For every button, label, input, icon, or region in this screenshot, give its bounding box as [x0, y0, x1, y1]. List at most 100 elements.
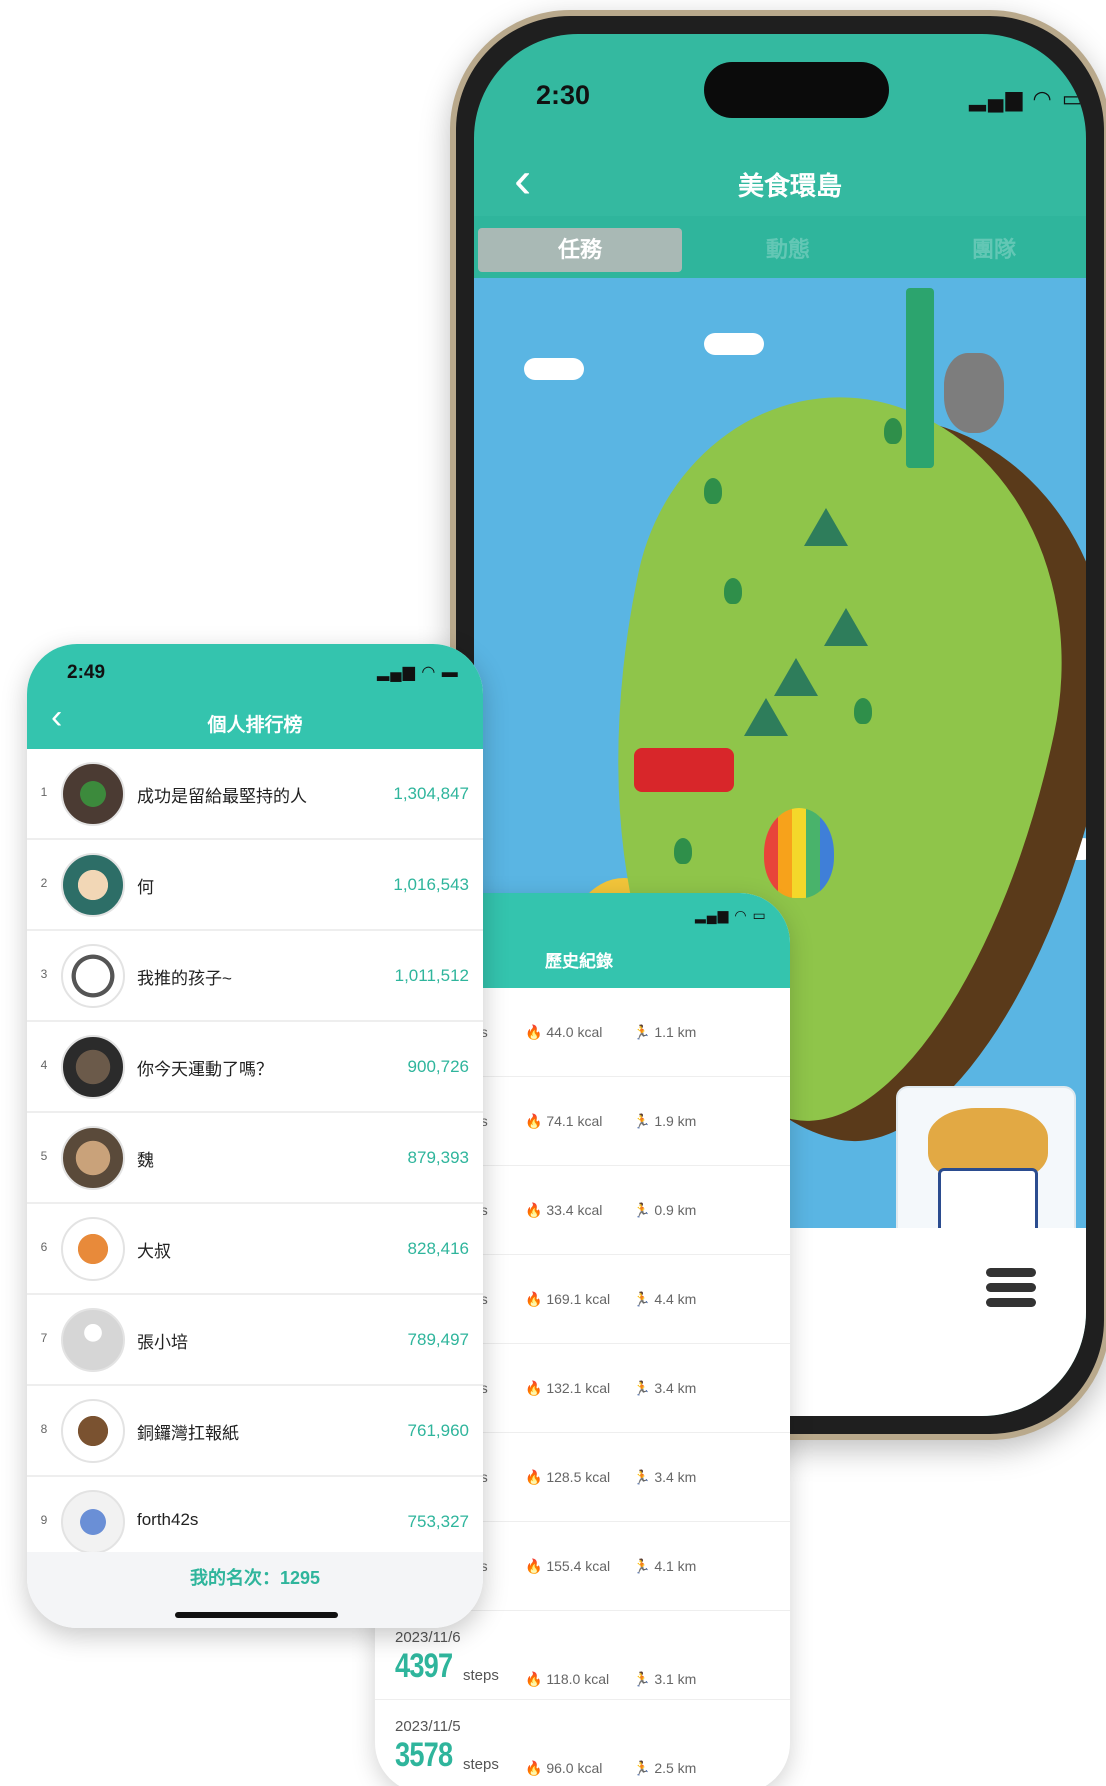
avatar — [61, 1490, 125, 1554]
rank-number: 3 — [40, 967, 48, 981]
list-icon[interactable] — [986, 1268, 1036, 1312]
steps-count: 4397 — [395, 1647, 453, 1685]
user-score: 1,304,847 — [393, 784, 469, 803]
distance-value: 🏃 3.1 km — [633, 1671, 697, 1687]
user-name: 魏 — [137, 1151, 154, 1170]
tab-activity[interactable]: 動態 — [686, 228, 890, 272]
mountain-icon — [824, 608, 868, 646]
tree-icon — [854, 698, 872, 724]
kcal-value: 🔥 132.1 kcal — [525, 1380, 611, 1396]
leaderboard-row[interactable]: 6 大叔 828,416 — [27, 1204, 483, 1295]
distance-value: 🏃 2.5 km — [633, 1760, 697, 1776]
kcal-value: 🔥 33.4 kcal — [525, 1202, 603, 1218]
signal-wifi-battery-icon: ▂▄▆ ◠ ▭ — [969, 86, 1085, 111]
history-row[interactable]: 2023/11/5 3578 steps 🔥 96.0 kcal 🏃 2.5 k… — [375, 1700, 790, 1786]
user-name: 張小培 — [137, 1333, 188, 1352]
user-name: 何 — [137, 878, 154, 897]
user-score: 879,393 — [407, 1148, 469, 1167]
leaderboard-row[interactable]: 2 何 1,016,543 — [27, 840, 483, 931]
avatar — [61, 1399, 125, 1463]
user-score: 761,960 — [407, 1421, 469, 1440]
signal-wifi-battery-icon: ▂▄▆ ◠ ▭ — [695, 907, 767, 923]
leaderboard-row[interactable]: 8 銅鑼灣扛報紙 761,960 — [27, 1386, 483, 1477]
avatar — [61, 1217, 125, 1281]
distance-value: 🏃 4.4 km — [633, 1291, 697, 1307]
tab-bar: 任務 動態 團隊 — [474, 216, 1086, 278]
cloud-icon — [704, 333, 764, 355]
kcal-value: 🔥 96.0 kcal — [525, 1760, 603, 1776]
user-name: 你今天運動了嗎？ — [137, 1060, 273, 1079]
distance-value: 🏃 4.1 km — [633, 1558, 697, 1574]
rank-number: 7 — [40, 1331, 48, 1345]
kcal-value: 🔥 128.5 kcal — [525, 1469, 611, 1485]
user-name: forth42s — [137, 1510, 199, 1529]
user-name: 大叔 — [137, 1242, 171, 1261]
tree-icon — [724, 578, 742, 604]
page-title: 美食環島 — [737, 171, 842, 201]
food-card[interactable] — [896, 1086, 1076, 1228]
cup-icon — [938, 1168, 1038, 1228]
distance-value: 🏃 3.4 km — [633, 1469, 697, 1485]
default-avatar-icon — [61, 1308, 125, 1372]
avatar — [61, 1035, 125, 1099]
tree-icon — [884, 418, 902, 444]
kcal-value: 🔥 74.1 kcal — [525, 1113, 603, 1129]
avatar — [61, 944, 125, 1008]
tab-team[interactable]: 團隊 — [894, 228, 1086, 272]
rank-number: 2 — [40, 876, 48, 890]
leaderboard-header: 2:49 ▂▄▆ ◠ ▬ ‹ 個人排行榜 — [27, 644, 483, 749]
tab-mission[interactable]: 任務 — [478, 228, 682, 272]
wolf-mascot-icon[interactable] — [944, 353, 1004, 433]
leaderboard-row[interactable]: 4 你今天運動了嗎？ 900,726 — [27, 1022, 483, 1113]
hot-air-balloon-icon — [764, 808, 834, 898]
status-bar: 2:30 ▂▄▆ ◠ ▭ — [474, 34, 1086, 144]
rank-number: 1 — [40, 785, 48, 799]
user-score: 828,416 — [407, 1239, 469, 1258]
user-name: 銅鑼灣扛報紙 — [137, 1424, 239, 1443]
taipei-101-icon — [906, 288, 934, 468]
train-icon — [634, 748, 734, 792]
user-score: 789,497 — [407, 1330, 469, 1349]
user-score: 753,327 — [407, 1512, 469, 1531]
kcal-value: 🔥 155.4 kcal — [525, 1558, 611, 1574]
mountain-icon — [744, 698, 788, 736]
page-title: 歷史紀錄 — [545, 952, 613, 971]
user-score: 900,726 — [407, 1057, 469, 1076]
rank-number: 6 — [40, 1240, 48, 1254]
history-date: 2023/11/6 — [395, 1629, 461, 1646]
cloud-icon — [524, 358, 584, 380]
nav-bar: ‹ 美食環島 — [474, 144, 1086, 224]
avatar — [61, 853, 125, 917]
rank-number: 4 — [40, 1058, 48, 1072]
leaderboard-row[interactable]: 3 我推的孩子~ 1,011,512 — [27, 931, 483, 1022]
kcal-value: 🔥 118.0 kcal — [525, 1671, 610, 1687]
rank-number: 9 — [40, 1513, 48, 1527]
dynamic-island — [704, 62, 889, 118]
signal-wifi-battery-icon: ▂▄▆ ◠ ▬ — [377, 664, 459, 681]
home-indicator — [175, 1612, 338, 1618]
steps-unit: steps — [463, 1756, 499, 1773]
distance-value: 🏃 3.4 km — [633, 1380, 697, 1396]
page-title: 個人排行榜 — [207, 715, 303, 736]
status-time: 2:30 — [536, 80, 591, 110]
user-score: 1,016,543 — [393, 875, 469, 894]
steps-unit: steps — [463, 1667, 499, 1684]
tree-icon — [674, 838, 692, 864]
user-score: 1,011,512 — [394, 966, 469, 985]
rank-number: 5 — [40, 1149, 48, 1163]
rank-number: 8 — [40, 1422, 48, 1436]
my-rank: 我的名次：1295 — [189, 1568, 321, 1588]
kcal-value: 🔥 169.1 kcal — [525, 1291, 611, 1307]
status-time: 2:49 — [67, 662, 106, 683]
distance-value: 🏃 1.9 km — [633, 1113, 697, 1129]
distance-value: 🏃 0.9 km — [633, 1202, 697, 1218]
steps-count: 3578 — [395, 1736, 453, 1774]
leaderboard-row[interactable]: 5 魏 879,393 — [27, 1113, 483, 1204]
avatar — [61, 1126, 125, 1190]
leaderboard-row[interactable]: 7 張小培 789,497 — [27, 1295, 483, 1386]
tree-icon — [704, 478, 722, 504]
leaderboard-row[interactable]: 1 成功是留給最堅持的人 1,304,847 — [27, 749, 483, 840]
mountain-icon — [774, 658, 818, 696]
leaderboard-phone: 2:49 ▂▄▆ ◠ ▬ ‹ 個人排行榜 1 成功是留給最堅持的人 1,304,… — [27, 644, 483, 1628]
user-name: 成功是留給最堅持的人 — [137, 787, 307, 806]
